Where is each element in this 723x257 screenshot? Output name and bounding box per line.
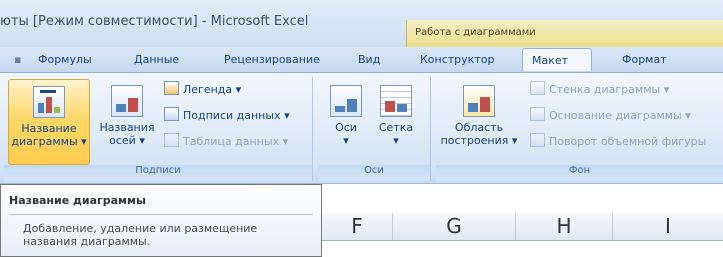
axes-label: Оси ▾	[335, 121, 357, 147]
gridlines-button[interactable]: Сетка ▾	[372, 79, 420, 163]
plot-area-label: Область построения ▾	[440, 121, 518, 147]
plot-area-button[interactable]: Область построения ▾	[438, 79, 520, 163]
gridlines-label: Сетка ▾	[378, 121, 414, 147]
ribbon-tabs: ▪ Формулы Данные Рецензирование Вид Конс…	[0, 47, 723, 73]
tab-data[interactable]: Данные	[134, 53, 179, 66]
tab-review[interactable]: Рецензирование	[224, 53, 320, 66]
chart-floor-button[interactable]: Основание диаграммы ▾	[530, 107, 691, 125]
tab-layout[interactable]: Макет	[522, 48, 592, 71]
rotation-3d-icon	[530, 133, 545, 147]
data-labels-button[interactable]: Подписи данных ▾	[164, 107, 290, 125]
data-table-icon	[164, 133, 179, 147]
window-title: юты [Режим совместимости] - Microsoft Ex…	[0, 14, 309, 29]
tab-formulas[interactable]: Формулы	[38, 53, 92, 66]
tab-view[interactable]: Вид	[358, 53, 380, 66]
chart-tools-label: Работа с диаграммами	[415, 27, 536, 38]
axes-button[interactable]: Оси ▾	[326, 79, 366, 163]
labels-group-label: Подписи	[4, 165, 312, 181]
plot-area-icon	[463, 85, 495, 117]
gridlines-icon	[380, 85, 412, 117]
tab-format[interactable]: Формат	[622, 53, 667, 66]
axes-group: Оси ▾ Сетка ▾ Оси	[318, 77, 431, 181]
chart-title-icon	[33, 86, 65, 118]
title-bar: юты [Режим совместимости] - Microsoft Ex…	[0, 0, 723, 47]
worksheet-grid[interactable]	[322, 241, 723, 257]
ribbon-panel: Название диаграммы ▾ Названия осей ▾ Лег…	[0, 73, 723, 184]
data-labels-label: Подписи данных ▾	[183, 109, 290, 122]
tooltip-separator	[9, 214, 313, 215]
background-group: Область построения ▾ Стенка диаграммы ▾ …	[436, 77, 723, 181]
chart-wall-icon	[530, 81, 545, 95]
data-table-label: Таблица данных ▾	[183, 135, 289, 148]
chart-title-button[interactable]: Название диаграммы ▾	[8, 79, 90, 165]
tab-left-edge: ▪	[14, 53, 22, 66]
chart-title-label: Название диаграммы ▾	[11, 122, 87, 148]
column-header-f[interactable]: F	[322, 213, 393, 240]
rotation-3d-button[interactable]: Поворот объемной фигуры	[530, 133, 706, 151]
axis-titles-label: Названия осей ▾	[99, 121, 155, 147]
legend-icon	[164, 81, 179, 95]
tab-design[interactable]: Конструктор	[420, 53, 494, 66]
axes-group-label: Оси	[318, 165, 430, 181]
axes-icon	[330, 85, 362, 117]
axis-titles-button[interactable]: Названия осей ▾	[98, 79, 156, 163]
background-group-label: Фон	[436, 165, 723, 181]
legend-label: Легенда ▾	[183, 83, 242, 96]
chart-wall-button[interactable]: Стенка диаграммы ▾	[530, 81, 669, 99]
chart-wall-label: Стенка диаграммы ▾	[549, 83, 670, 96]
chart-title-tooltip: Название диаграммы Добавление, удаление …	[0, 184, 322, 257]
rotation-3d-label: Поворот объемной фигуры	[549, 135, 707, 148]
column-header-i[interactable]: I	[613, 213, 723, 240]
legend-button[interactable]: Легенда ▾	[164, 81, 241, 99]
tooltip-body: Добавление, удаление или размещение назв…	[23, 222, 258, 248]
tooltip-title: Название диаграммы	[9, 194, 146, 207]
data-table-button[interactable]: Таблица данных ▾	[164, 133, 288, 151]
column-header-g[interactable]: G	[393, 213, 516, 240]
chart-floor-label: Основание диаграммы ▾	[549, 109, 691, 122]
column-header-h[interactable]: H	[516, 213, 613, 240]
chart-tools-context-tab: Работа с диаграммами	[406, 20, 723, 47]
chart-floor-icon	[530, 107, 545, 121]
data-labels-icon	[164, 107, 179, 121]
axis-titles-icon	[111, 85, 143, 117]
labels-group: Название диаграммы ▾ Названия осей ▾ Лег…	[4, 77, 313, 181]
